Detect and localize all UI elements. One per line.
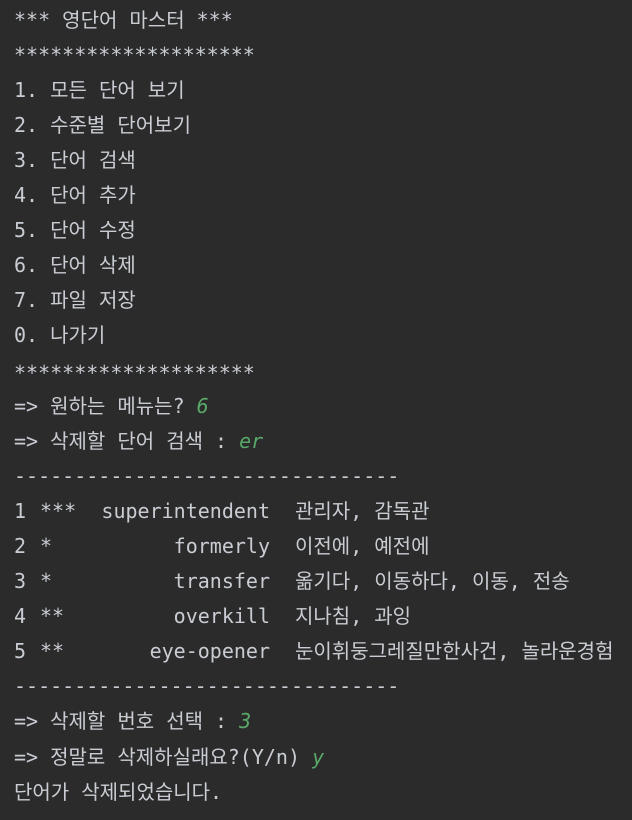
menu-item-edit: 5. 단어 수정 [14,218,136,242]
row-number: 2 [14,534,27,558]
menu-item-add: 4. 단어 추가 [14,183,136,207]
menu-item-exit: 0. 나가기 [14,323,106,347]
menu-divider-bottom: ******************** [14,361,255,385]
result-row: 3 * transfer 옮기다, 이동하다, 이동, 전송 [14,564,632,599]
results-divider-bottom: -------------------------------- [14,674,400,698]
menu-input: 6 [196,394,209,418]
row-word: eye-opener [149,639,270,663]
console-output: *** 영단어 마스터 *** ******************** 1. … [0,0,632,820]
result-row: 5 ** eye-opener 눈이휘둥그레질만한사건, 놀라운경험 [14,634,632,669]
row-level-stars: ** [40,604,65,628]
select-prompt: => 삭제할 번호 선택 : [14,709,240,733]
row-meaning: 옮기다, 이동하다, 이동, 전송 [295,569,570,593]
menu-prompt-line: => 원하는 메뉴는? 6 [14,389,632,424]
row-number: 1 [14,499,27,523]
row-word: transfer [173,569,270,593]
row-level-stars: * [40,534,53,558]
row-level-stars: * [40,569,53,593]
row-word: overkill [173,604,270,628]
search-prompt-line: => 삭제할 단어 검색 : er [14,424,632,459]
row-meaning: 이전에, 예전에 [295,534,430,558]
row-number: 3 [14,569,27,593]
result-row: 1 *** superintendent 관리자, 감독관 [14,494,632,529]
menu-item-save-file: 7. 파일 저장 [14,288,136,312]
row-word: formerly [173,534,270,558]
menu-item-view-all: 1. 모든 단어 보기 [14,78,185,102]
deleted-message: 단어가 삭제되었습니다. [14,780,223,804]
search-prompt: => 삭제할 단어 검색 : [14,429,240,453]
row-word: superintendent [101,499,270,523]
menu-item-search: 3. 단어 검색 [14,148,136,172]
menu-item-view-by-level: 2. 수준별 단어보기 [14,113,191,137]
result-row: 4 ** overkill 지나침, 과잉 [14,599,632,634]
result-row: 2 * formerly 이전에, 예전에 [14,529,632,564]
search-input: er [239,429,264,453]
confirm-prompt: => 정말로 삭제하실래요?(Y/n) [14,745,313,769]
menu-divider-top: ******************** [14,43,255,67]
row-meaning: 관리자, 감독관 [295,499,430,523]
row-meaning: 눈이휘둥그레질만한사건, 놀라운경험 [295,639,614,663]
row-meaning: 지나침, 과잉 [295,604,412,628]
row-level-stars: ** [40,639,65,663]
select-prompt-line: => 삭제할 번호 선택 : 3 [14,704,632,739]
confirm-prompt-line: => 정말로 삭제하실래요?(Y/n) y [14,740,632,775]
menu-item-delete: 6. 단어 삭제 [14,253,136,277]
row-number: 5 [14,639,27,663]
confirm-input: y [312,745,325,769]
select-input: 3 [239,709,252,733]
row-number: 4 [14,604,27,628]
menu-title: *** 영단어 마스터 *** [14,8,233,32]
menu-prompt: => 원하는 메뉴는? [14,394,197,418]
row-level-stars: *** [40,499,77,523]
results-divider-top: -------------------------------- [14,464,400,488]
